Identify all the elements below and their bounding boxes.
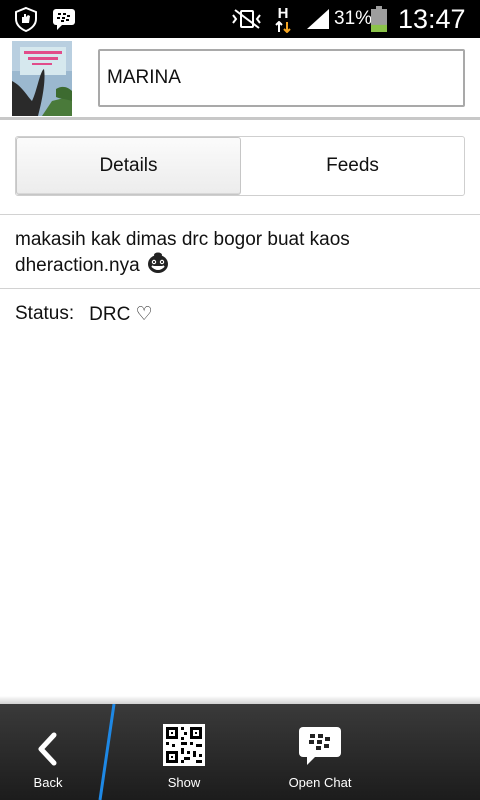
- back-chevron-icon: [36, 704, 60, 766]
- personal-message: makasih kak dimas drc bogor buat kaos dh…: [15, 228, 465, 281]
- show-qr-button[interactable]: Show: [136, 704, 232, 800]
- tab-feeds[interactable]: Feeds: [241, 137, 464, 195]
- bbm-notification-icon: [50, 0, 78, 38]
- clock: 13:47: [398, 4, 466, 34]
- action-bar-divider: [98, 704, 116, 800]
- qr-code-icon: [163, 704, 205, 766]
- status-row: Status: DRC ♡: [15, 300, 153, 328]
- tab-details[interactable]: Details: [16, 137, 241, 195]
- profile-tabs: Details Feeds: [15, 136, 465, 196]
- open-chat-button[interactable]: Open Chat: [272, 704, 368, 800]
- battery-percent: 31%: [334, 8, 373, 29]
- smiley-emoticon-icon: [146, 252, 170, 281]
- divider: [0, 288, 480, 289]
- bbm-chat-icon: [298, 704, 342, 766]
- network-type-label: H: [277, 4, 289, 22]
- status-value: DRC ♡: [89, 303, 153, 325]
- action-bar: Back Show Open Chat: [0, 696, 480, 800]
- signal-icon: [304, 0, 332, 38]
- battery-icon: [368, 0, 390, 38]
- open-chat-label: Open Chat: [288, 775, 352, 790]
- personal-message-text: makasih kak dimas drc bogor buat kaos dh…: [15, 229, 350, 276]
- back-button[interactable]: Back: [0, 704, 96, 800]
- back-label: Back: [33, 775, 63, 790]
- avatar[interactable]: [12, 41, 72, 116]
- network-h-icon: H: [272, 0, 294, 38]
- status-bar: H 31% 13:47: [0, 0, 480, 38]
- contact-name-field[interactable]: [98, 49, 465, 107]
- status-label: Status:: [15, 303, 75, 324]
- contact-header: [0, 38, 480, 120]
- shield-hand-icon: [12, 0, 40, 38]
- vibrate-icon: [230, 0, 264, 38]
- show-label: Show: [167, 775, 201, 790]
- divider: [0, 214, 480, 215]
